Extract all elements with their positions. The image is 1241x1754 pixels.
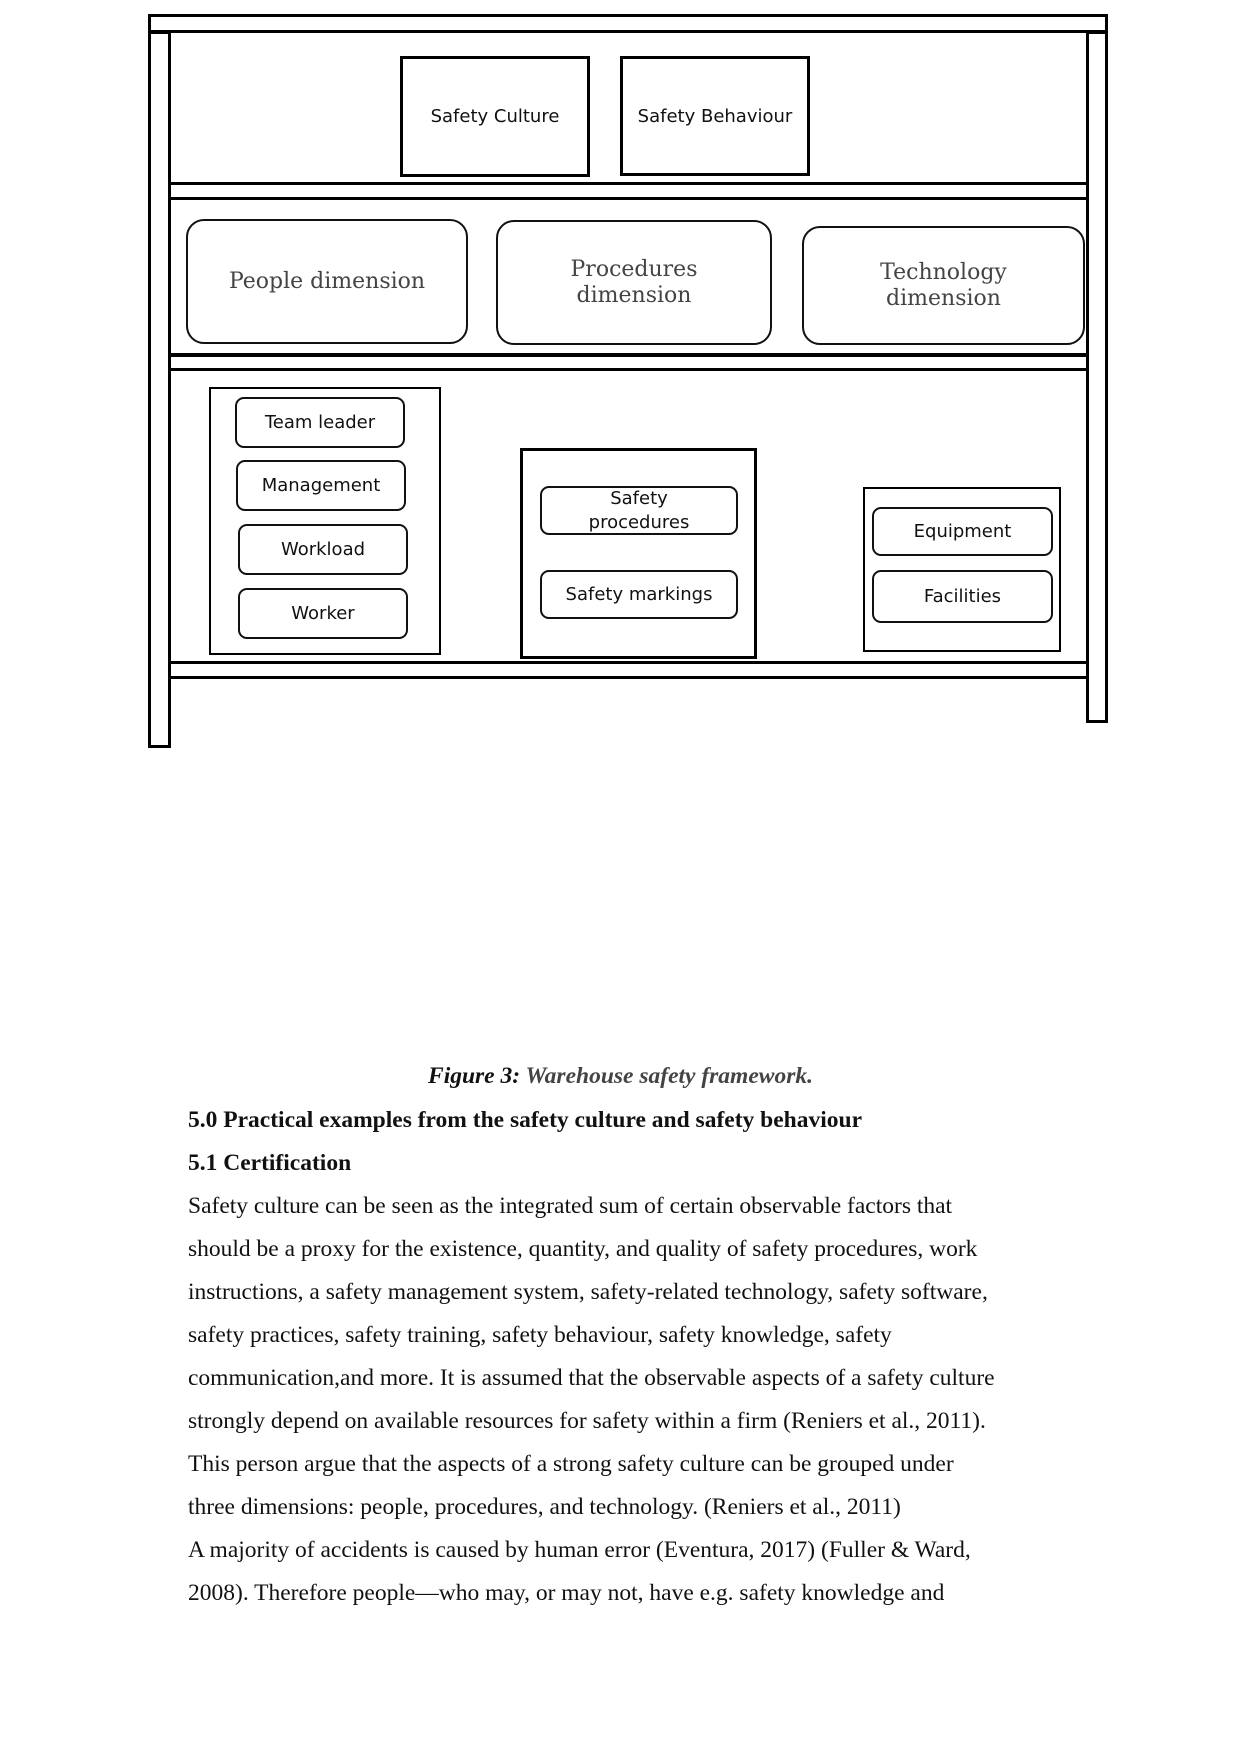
body-line: safety practices, safety training, safet… (188, 1322, 892, 1348)
safety-behaviour-box: Safety Behaviour (620, 56, 810, 176)
worker-item: Worker (238, 588, 408, 639)
safety-procedures-label-line1: Safety (610, 488, 668, 510)
body-line: A majority of accidents is caused by hum… (188, 1537, 971, 1563)
management-item: Management (236, 460, 406, 511)
subsection-heading: 5.1 Certification (188, 1150, 352, 1176)
safety-procedures-label-line2: procedures (588, 511, 690, 533)
technology-dimension-box: Technology dimension (802, 226, 1085, 345)
safety-culture-label: Safety Culture (430, 106, 560, 127)
technology-dimension-label-line2: dimension (886, 285, 1001, 311)
facilities-item: Facilities (872, 570, 1053, 623)
equipment-item: Equipment (872, 507, 1053, 556)
equipment-label: Equipment (913, 520, 1012, 542)
procedures-dimension-label-line1: Procedures (570, 257, 698, 283)
body-line: instructions, a safety management system… (188, 1279, 988, 1305)
shelf-board-2-top (169, 353, 1088, 357)
shelf-board-3-top (169, 661, 1088, 664)
management-label: Management (261, 474, 381, 496)
procedures-items-group (520, 448, 757, 659)
procedures-dimension-label-line2: dimension (576, 282, 692, 308)
safety-culture-box: Safety Culture (400, 56, 590, 177)
people-dimension-box: People dimension (186, 219, 468, 344)
body-line: This person argue that the aspects of a … (188, 1451, 954, 1477)
shelf-board-1-bottom (169, 197, 1088, 200)
shelf-top-beam (148, 14, 1108, 33)
body-line: should be a proxy for the existence, qua… (188, 1236, 978, 1262)
shelf-left-post (148, 31, 171, 748)
team-leader-label: Team leader (264, 411, 376, 433)
body-line: strongly depend on available resources f… (188, 1408, 986, 1434)
shelf-board-1-top (169, 182, 1088, 185)
shelf-board-2-bottom (169, 368, 1088, 371)
procedures-dimension-box: Procedures dimension (496, 220, 772, 345)
body-line: 2008). Therefore people—who may, or may … (188, 1580, 945, 1606)
section-heading: 5.0 Practical examples from the safety c… (188, 1107, 862, 1133)
shelf-right-post (1086, 31, 1108, 723)
figure-caption-label: Figure 3: (428, 1063, 521, 1089)
team-leader-item: Team leader (235, 397, 405, 448)
body-line: communication,and more. It is assumed th… (188, 1365, 995, 1391)
figure-caption-text: Warehouse safety framework. (525, 1063, 813, 1089)
worker-label: Worker (291, 602, 355, 624)
figure-caption: Figure 3: Warehouse safety framework. (0, 1063, 1241, 1090)
technology-dimension-label-line1: Technology (880, 260, 1007, 286)
safety-markings-label: Safety markings (565, 583, 713, 605)
people-dimension-label: People dimension (228, 268, 426, 294)
safety-procedures-item: Safety procedures (540, 486, 738, 535)
safety-markings-item: Safety markings (540, 570, 738, 619)
body-line: Safety culture can be seen as the integr… (188, 1193, 953, 1219)
safety-behaviour-label: Safety Behaviour (637, 105, 793, 127)
workload-item: Workload (238, 524, 408, 575)
shelf-board-3-bottom (169, 676, 1088, 679)
body-line: three dimensions: people, procedures, an… (188, 1494, 901, 1520)
workload-label: Workload (280, 538, 366, 560)
facilities-label: Facilities (923, 585, 1002, 607)
